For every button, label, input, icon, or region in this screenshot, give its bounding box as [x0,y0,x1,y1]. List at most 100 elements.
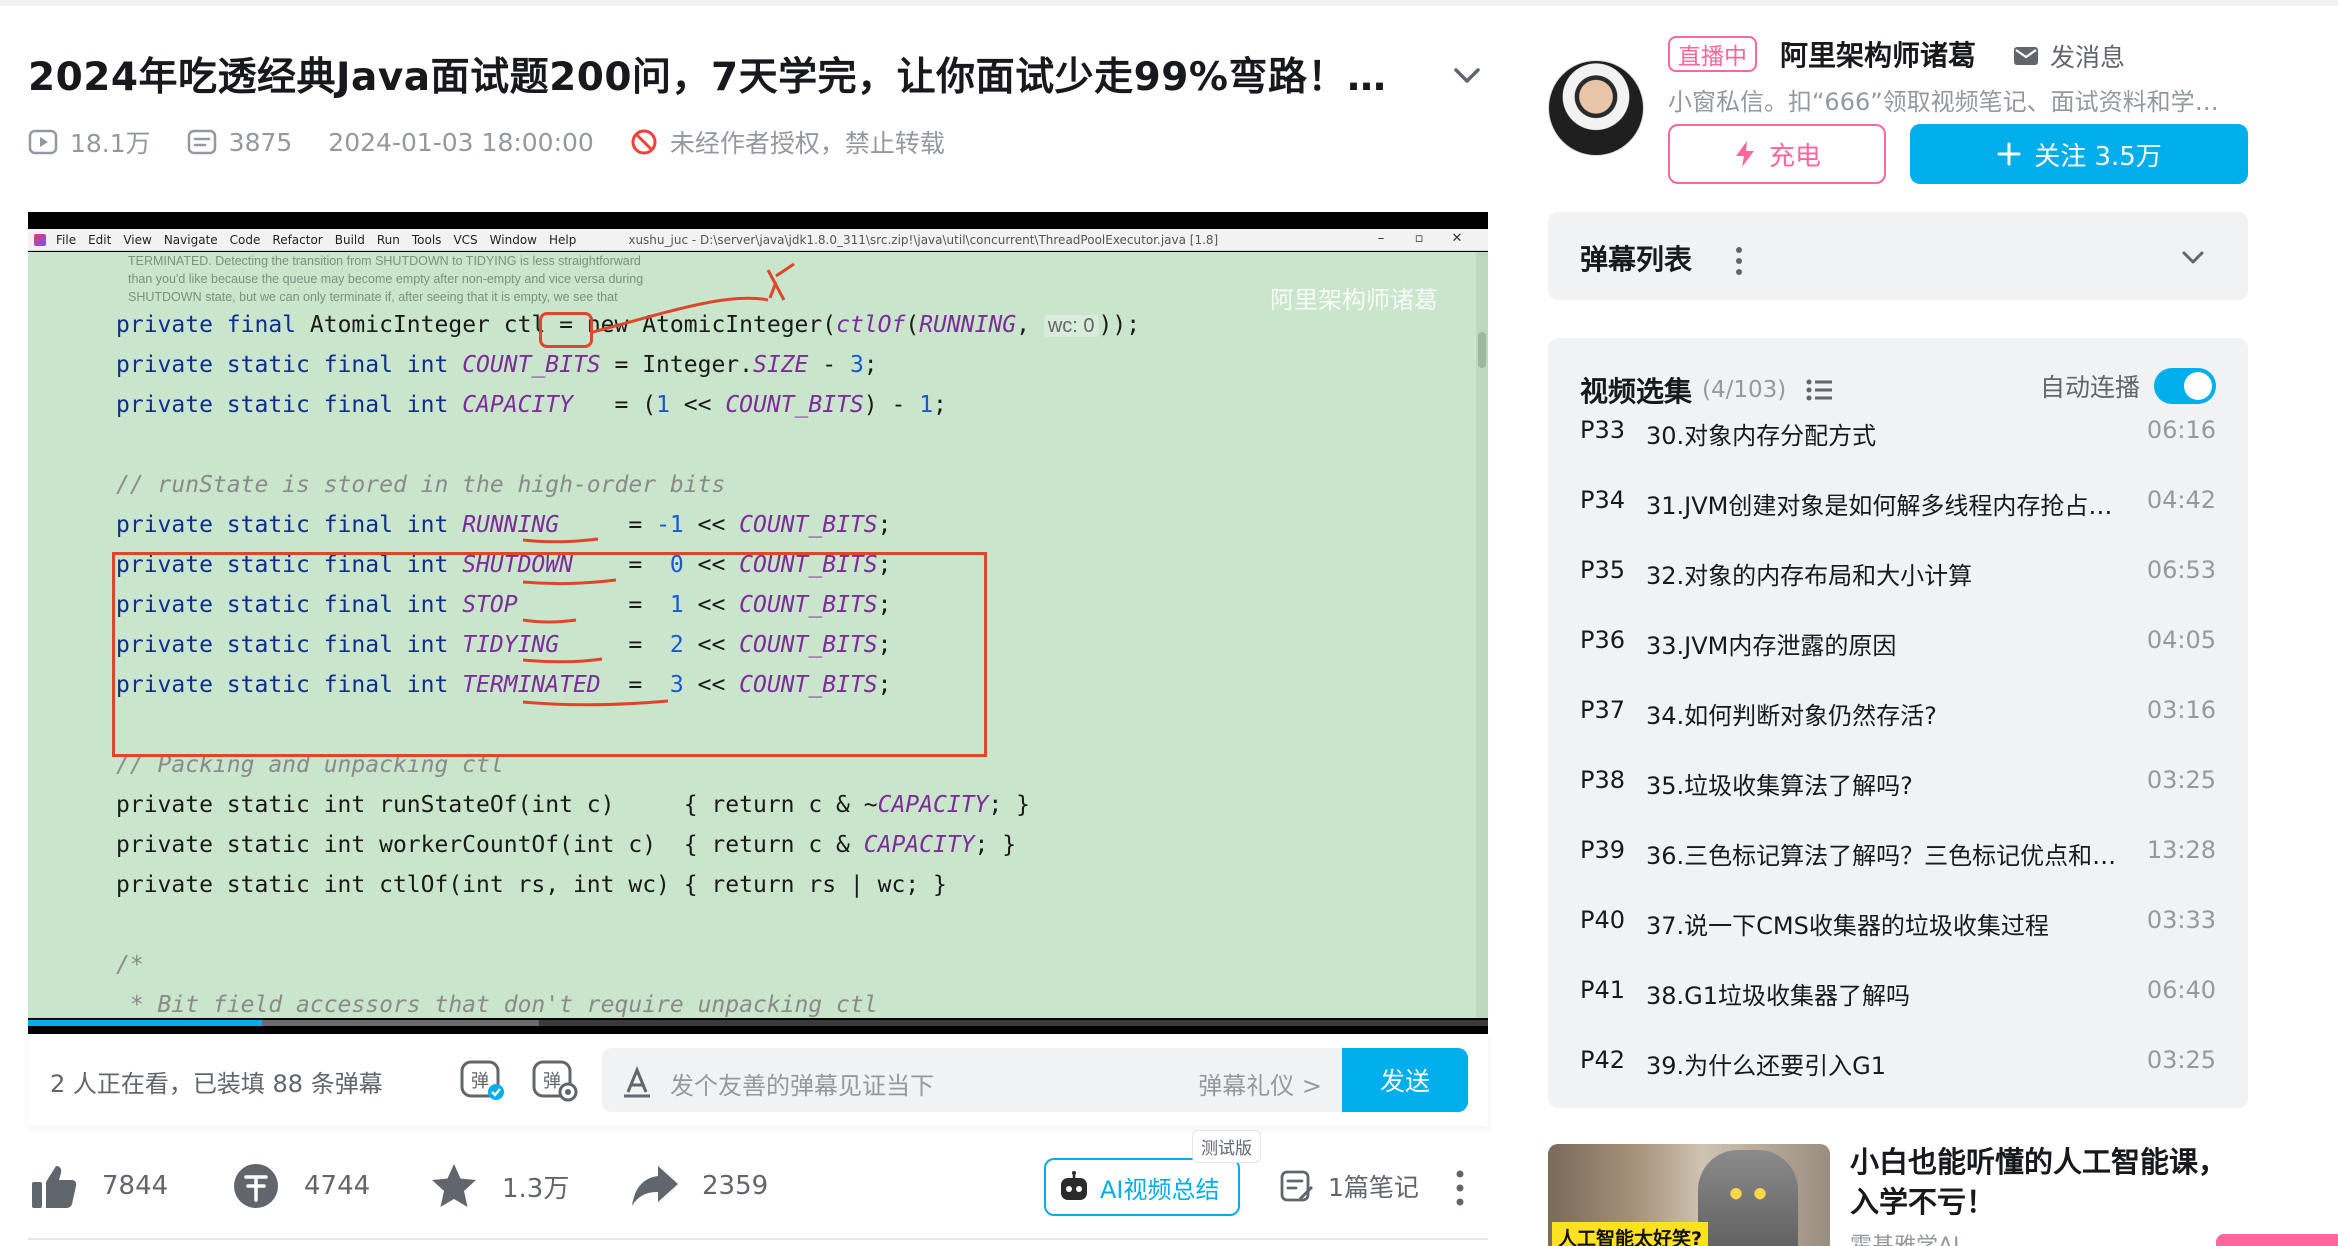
ide-menu-refactor: Refactor [272,232,323,247]
follow-button[interactable]: 关注 3.5万 [1910,124,2248,184]
ide-file-path: xushu_juc - D:\server\java\jdk1.8.0_311\… [628,232,1219,247]
close-icon: ✕ [1451,231,1463,246]
svg-text:弹: 弹 [471,1071,489,1092]
ai-summary-label: AI视频总结 [1100,1175,1220,1204]
thumbs-up-icon [32,1166,77,1208]
episode-item[interactable]: P33 30.对象内存分配方式 06:16 [1548,404,2248,474]
autoplay-label: 自动连播 [2039,373,2140,402]
uploader-name[interactable]: 阿里架构师诸葛 [1780,34,1976,74]
episode-item[interactable]: P36 33.JVM内存泄露的原因 04:05 [1548,614,2248,684]
play-count-value: 18.1万 [70,129,151,158]
episode-duration: 03:25 [2146,766,2216,794]
episode-item[interactable]: P42 39.为什么还要引入G1 03:25 [1548,1034,2248,1104]
danmaku-settings-icon[interactable]: 弹 [530,1056,578,1104]
notes-button[interactable]: 1篇笔记 [1278,1158,1419,1214]
episode-duration: 04:05 [2146,626,2216,654]
recommended-title[interactable]: 小白也能听懂的人工智能课，入学不亏！ [1850,1142,2240,1222]
more-options-icon[interactable] [1452,1168,1468,1208]
cat-thumbnail-image [1698,1150,1798,1246]
scrollbar-thumb[interactable] [1478,332,1486,368]
episode-index: P39 [1580,836,1626,864]
robot-icon [1061,1171,1087,1200]
autoplay-toggle[interactable] [2154,368,2216,404]
like-button[interactable]: 7844 [28,1158,168,1214]
play-count: 18.1万 [28,124,151,160]
forbidden-icon [631,129,657,155]
episode-duration: 06:16 [2146,416,2216,444]
svg-text:弹: 弹 [543,1071,561,1092]
episode-index: P33 [1580,416,1626,444]
list-icon[interactable] [1806,378,1834,402]
mail-icon [2014,47,2038,65]
danmaku-count-value: 3875 [228,127,293,157]
ide-window-buttons: – ▫ ✕ [1362,231,1476,246]
recommended-author[interactable]: 霍基雅学AI [1850,1228,1960,1246]
chevron-down-icon[interactable] [2180,244,2206,270]
episode-title: 39.为什么还要引入G1 [1646,1052,1887,1080]
live-badge[interactable]: 直播中 [1668,36,1757,72]
share-arrow-icon [632,1166,678,1206]
episode-item[interactable]: P38 35.垃圾收集算法了解吗? 03:25 [1548,754,2248,824]
video-player[interactable]: File Edit View Navigate Code Refactor Bu… [28,212,1488,1034]
chevron-down-icon[interactable] [1450,58,1484,92]
share-button[interactable]: 2359 [628,1158,768,1214]
ide-menu-view: View [123,232,152,247]
danmaku-icon [187,129,216,155]
episode-duration: 03:16 [2146,696,2216,724]
episode-title: 33.JVM内存泄露的原因 [1646,632,1897,660]
charge-button[interactable]: 充电 [1668,124,1886,184]
danmaku-count: 3875 [187,127,293,157]
episode-index: P36 [1580,626,1626,654]
episode-item[interactable]: P39 36.三色标记算法了解吗？三色标记优点和缺点 13:28 [1548,824,2248,894]
video-meta: 18.1万 3875 2024-01-03 18:00:00 未经作者授权，禁止… [28,122,945,162]
send-button[interactable]: 发送 [1342,1048,1468,1112]
progress-played [28,1020,262,1026]
thumbnail-caption: 人工智能太好笑? [1552,1222,1709,1246]
danmaku-list-panel[interactable]: 弹幕列表 [1548,212,2248,300]
top-divider [0,0,2338,6]
autoplay-control: 自动连播 [2040,368,2216,404]
note-icon [1280,1170,1314,1202]
maximize-icon: ▫ [1414,231,1424,246]
copyright-notice: 未经作者授权，禁止转载 [630,124,945,160]
text-style-icon[interactable] [620,1064,654,1098]
episode-item[interactable]: P35 32.对象的内存布局和大小计算 06:53 [1548,544,2248,614]
episode-title: 35.垃圾收集算法了解吗? [1646,772,1913,800]
message-button[interactable]: 发消息 [2012,38,2125,74]
lightning-icon [1735,141,1754,167]
episode-duration: 03:25 [2146,1046,2216,1074]
ide-menubar: File Edit View Navigate Code Refactor Bu… [28,229,1488,251]
uploader-description: 小窗私信。扣“666”领取视频笔记、面试资料和学习路线 [1668,88,2238,116]
episode-item[interactable]: P41 38.G1垃圾收集器了解吗 06:40 [1548,964,2248,1034]
ide-menu-window: Window [489,232,537,247]
danmaku-placeholder: 发个友善的弹幕见证当下 [670,1072,934,1100]
publish-time: 2024-01-03 18:00:00 [328,127,594,157]
danmaku-input[interactable]: 发个友善的弹幕见证当下 弹幕礼仪 > [602,1048,1342,1112]
floating-widget[interactable] [2216,1234,2338,1246]
ide-logo-icon [34,233,46,246]
more-vertical-icon[interactable] [1734,246,1744,276]
progress-bar[interactable] [28,1020,1488,1026]
episode-title: 34.如何判断对象仍然存活? [1646,702,1937,730]
episode-item[interactable]: P40 37.说一下CMS收集器的垃圾收集过程 03:33 [1548,894,2248,964]
coin-button[interactable]: 4744 [230,1158,370,1214]
message-label: 发消息 [2050,43,2126,72]
danmaku-etiquette-link[interactable]: 弹幕礼仪 > [1198,1066,1322,1101]
editor-scrollbar[interactable] [1476,252,1488,1018]
episode-item[interactable]: P34 31.JVM创建对象是如何解多线程内存抢占问题的 04:42 [1548,474,2248,544]
episode-index: P42 [1580,1046,1626,1074]
ai-summary-button[interactable]: AI视频总结 [1044,1158,1240,1216]
episode-index: P34 [1580,486,1626,514]
danmaku-bar: 2 人正在看，已装填 88 条弹幕 弹 弹 发个友善的弹幕见证当下 弹幕礼仪 >… [28,1034,1488,1126]
star-icon [432,1164,476,1207]
ide-menu-build: Build [334,232,365,247]
danmaku-toggle-icon[interactable]: 弹 [458,1056,506,1104]
recommended-thumbnail[interactable]: 人工智能太好笑? [1548,1144,1830,1246]
episode-index: P40 [1580,906,1626,934]
share-count: 2359 [702,1171,769,1201]
uploader-avatar[interactable] [1548,60,1644,156]
favorite-button[interactable]: 1.3万 [428,1158,569,1214]
code-editor: TERMINATED. Detecting the transition fro… [28,252,1488,1018]
episode-index: P38 [1580,766,1626,794]
episode-item[interactable]: P37 34.如何判断对象仍然存活? 03:16 [1548,684,2248,754]
